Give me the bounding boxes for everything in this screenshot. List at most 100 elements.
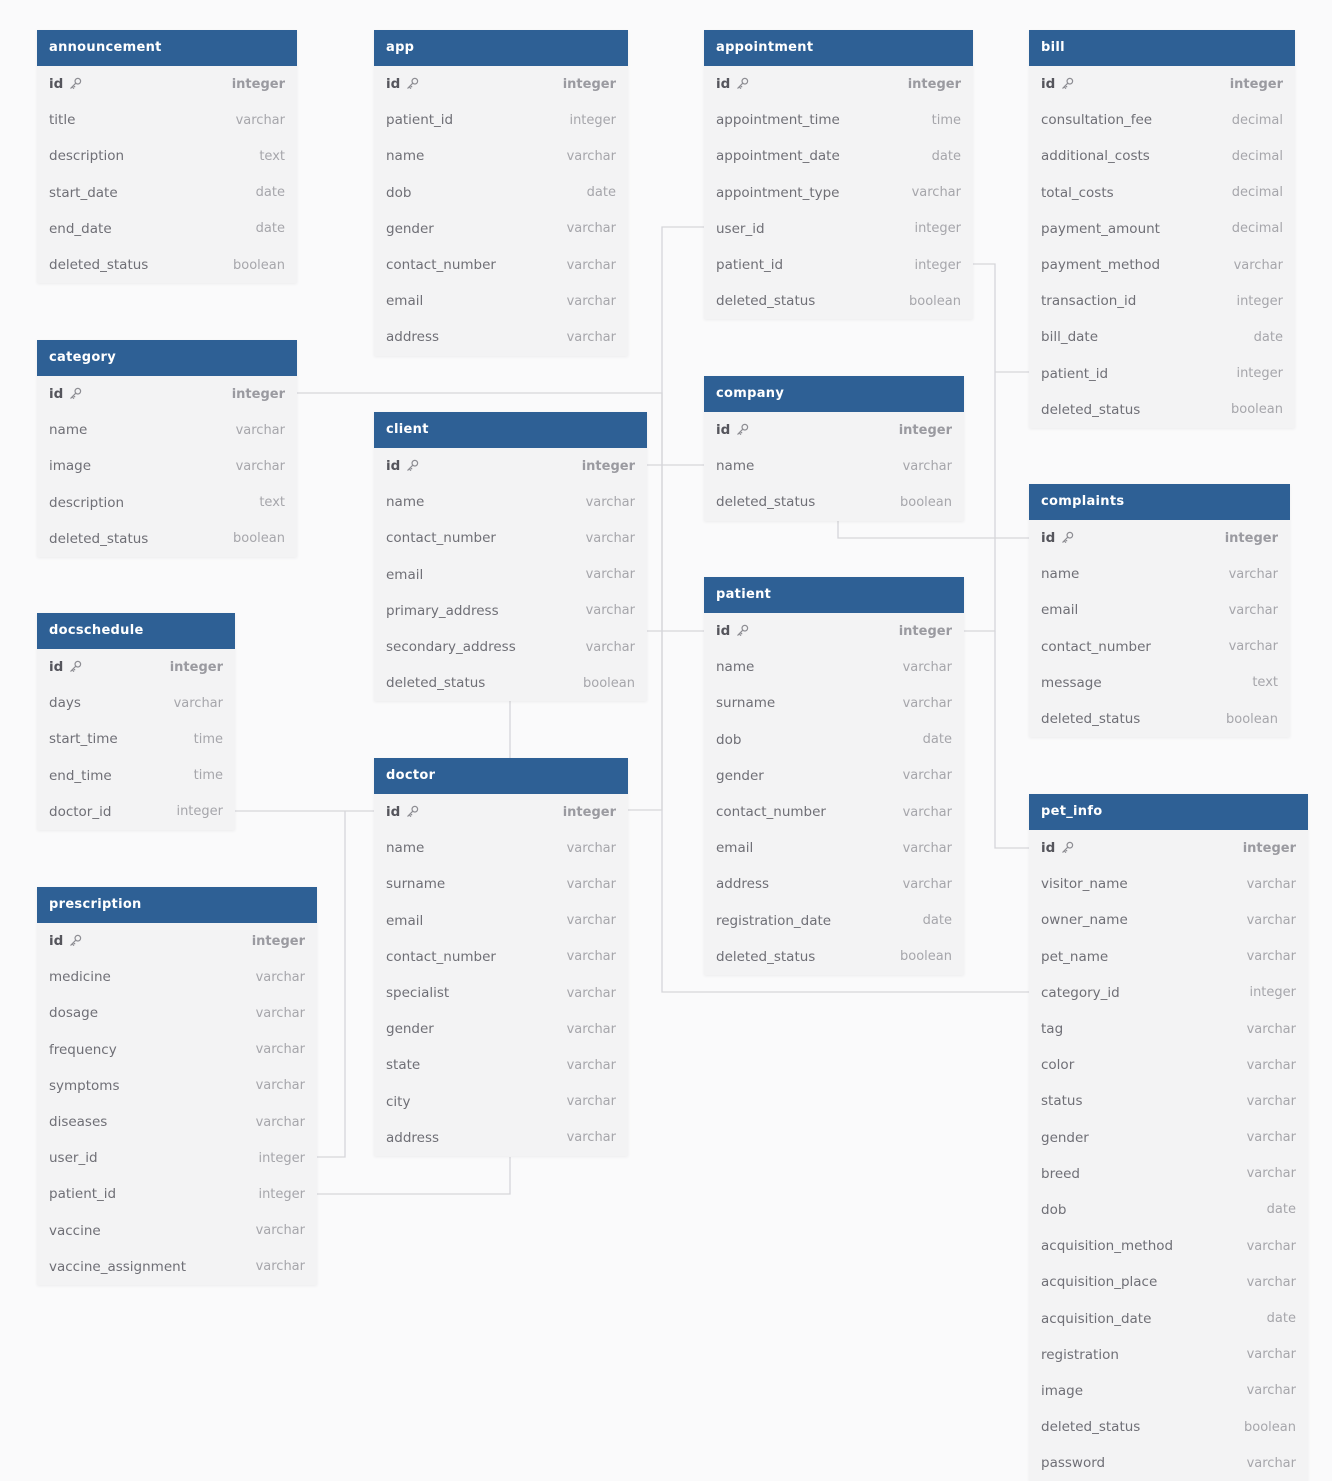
column-row[interactable]: primary_address varchar (374, 593, 647, 629)
column-row[interactable]: id integer (704, 613, 964, 649)
table-bill[interactable]: bill id integer consultation_fee decimal addi… (1029, 30, 1295, 428)
column-row[interactable]: deleted_status boolean (37, 247, 297, 283)
column-row[interactable]: appointment_time time (704, 102, 973, 138)
column-row[interactable]: consultation_fee decimal (1029, 102, 1295, 138)
column-row[interactable]: user_id integer (704, 211, 973, 247)
column-row[interactable]: deleted_status boolean (1029, 1409, 1308, 1445)
table-header[interactable]: appointment (704, 30, 973, 66)
table-header[interactable]: company (704, 376, 964, 412)
column-row[interactable]: email varchar (1029, 592, 1290, 628)
column-row[interactable]: end_time time (37, 758, 235, 794)
column-row[interactable]: description text (37, 138, 297, 174)
column-row[interactable]: name varchar (374, 484, 647, 520)
column-row[interactable]: deleted_status boolean (1029, 392, 1295, 428)
column-row[interactable]: user_id integer (37, 1140, 317, 1176)
column-row[interactable]: specialist varchar (374, 975, 628, 1011)
column-row[interactable]: vaccine varchar (37, 1213, 317, 1249)
column-row[interactable]: diseases varchar (37, 1104, 317, 1140)
table-header[interactable]: client (374, 412, 647, 448)
table-header[interactable]: prescription (37, 887, 317, 923)
table-header[interactable]: category (37, 340, 297, 376)
column-row[interactable]: city varchar (374, 1084, 628, 1120)
table-company[interactable]: company id integer name varchar deleted_statu… (704, 376, 964, 521)
column-row[interactable]: id integer (374, 794, 628, 830)
column-row[interactable]: name varchar (704, 649, 964, 685)
column-row[interactable]: image varchar (1029, 1373, 1308, 1409)
column-row[interactable]: total_costs decimal (1029, 175, 1295, 211)
column-row[interactable]: id integer (1029, 66, 1295, 102)
column-row[interactable]: patient_id integer (374, 102, 628, 138)
column-row[interactable]: id integer (704, 66, 973, 102)
column-row[interactable]: id integer (374, 66, 628, 102)
column-row[interactable]: medicine varchar (37, 959, 317, 995)
column-row[interactable]: start_time time (37, 721, 235, 757)
column-row[interactable]: days varchar (37, 685, 235, 721)
column-row[interactable]: description text (37, 485, 297, 521)
table-header[interactable]: complaints (1029, 484, 1290, 520)
column-row[interactable]: address varchar (704, 866, 964, 902)
column-row[interactable]: deleted_status boolean (374, 665, 647, 701)
table-header[interactable]: docschedule (37, 613, 235, 649)
table-header[interactable]: app (374, 30, 628, 66)
table-pet-info[interactable]: pet_info id integer visitor_name varchar owne… (1029, 794, 1308, 1481)
table-app[interactable]: app id integer patient_id integer name varchar… (374, 30, 628, 356)
table-category[interactable]: category id integer name varchar image varchar… (37, 340, 297, 557)
table-complaints[interactable]: complaints id integer name varchar email varch… (1029, 484, 1290, 738)
column-row[interactable]: appointment_type varchar (704, 175, 973, 211)
column-row[interactable]: patient_id integer (37, 1176, 317, 1212)
column-row[interactable]: gender varchar (704, 758, 964, 794)
column-row[interactable]: contact_number varchar (374, 247, 628, 283)
column-row[interactable]: message text (1029, 665, 1290, 701)
column-row[interactable]: id integer (37, 376, 297, 412)
column-row[interactable]: id integer (37, 923, 317, 959)
column-row[interactable]: dosage varchar (37, 995, 317, 1031)
column-row[interactable]: transaction_id integer (1029, 283, 1295, 319)
column-row[interactable]: acquisition_method varchar (1029, 1228, 1308, 1264)
column-row[interactable]: dob date (704, 722, 964, 758)
column-row[interactable]: deleted_status boolean (1029, 701, 1290, 737)
column-row[interactable]: address varchar (374, 319, 628, 355)
column-row[interactable]: dob date (1029, 1192, 1308, 1228)
column-row[interactable]: address varchar (374, 1120, 628, 1156)
column-row[interactable]: frequency varchar (37, 1032, 317, 1068)
table-docschedule[interactable]: docschedule id integer days varchar start_tim… (37, 613, 235, 830)
column-row[interactable]: contact_number varchar (704, 794, 964, 830)
column-row[interactable]: registration_date date (704, 903, 964, 939)
column-row[interactable]: dob date (374, 175, 628, 211)
table-header[interactable]: announcement (37, 30, 297, 66)
column-row[interactable]: email varchar (374, 557, 647, 593)
column-row[interactable]: gender varchar (374, 211, 628, 247)
column-row[interactable]: visitor_name varchar (1029, 866, 1308, 902)
table-header[interactable]: doctor (374, 758, 628, 794)
column-row[interactable]: secondary_address varchar (374, 629, 647, 665)
column-row[interactable]: deleted_status boolean (704, 939, 964, 975)
table-prescription[interactable]: prescription id integer medicine varchar dosa… (37, 887, 317, 1285)
column-row[interactable]: bill_date date (1029, 319, 1295, 355)
column-row[interactable]: tag varchar (1029, 1011, 1308, 1047)
column-row[interactable]: start_date date (37, 175, 297, 211)
column-row[interactable]: deleted_status boolean (37, 521, 297, 557)
column-row[interactable]: patient_id integer (1029, 356, 1295, 392)
column-row[interactable]: id integer (1029, 830, 1308, 866)
column-row[interactable]: deleted_status boolean (704, 283, 973, 319)
column-row[interactable]: name varchar (1029, 556, 1290, 592)
table-appointment[interactable]: appointment id integer appointment_time time… (704, 30, 973, 320)
column-row[interactable]: name varchar (37, 412, 297, 448)
column-row[interactable]: doctor_id integer (37, 794, 235, 830)
column-row[interactable]: acquisition_place varchar (1029, 1264, 1308, 1300)
column-row[interactable]: name varchar (374, 138, 628, 174)
column-row[interactable]: gender varchar (374, 1011, 628, 1047)
column-row[interactable]: surname varchar (374, 866, 628, 902)
column-row[interactable]: registration varchar (1029, 1337, 1308, 1373)
erd-canvas[interactable]: announcement id integer title varchar descrip… (0, 0, 1332, 1481)
table-client[interactable]: client id integer name varchar contact_number… (374, 412, 647, 702)
table-header[interactable]: patient (704, 577, 964, 613)
column-row[interactable]: surname varchar (704, 685, 964, 721)
column-row[interactable]: state varchar (374, 1047, 628, 1083)
column-row[interactable]: gender varchar (1029, 1120, 1308, 1156)
column-row[interactable]: pet_name varchar (1029, 939, 1308, 975)
column-row[interactable]: email varchar (374, 283, 628, 319)
column-row[interactable]: appointment_date date (704, 138, 973, 174)
column-row[interactable]: contact_number varchar (1029, 629, 1290, 665)
column-row[interactable]: id integer (37, 66, 297, 102)
